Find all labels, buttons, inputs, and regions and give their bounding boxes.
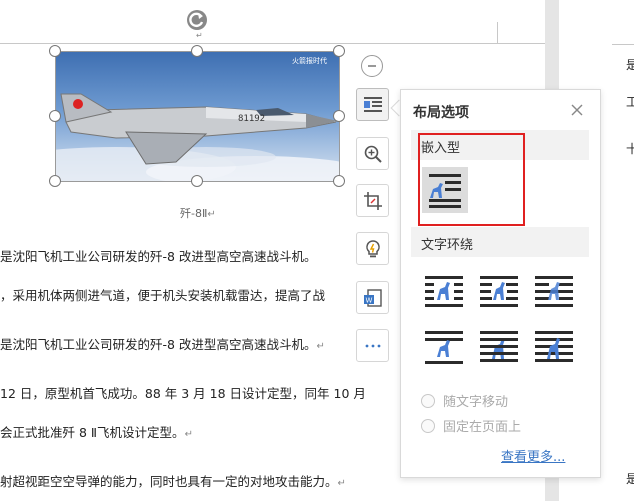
collapse-toolbar-button[interactable] [361, 55, 383, 77]
smart-tools-button[interactable] [356, 232, 389, 265]
word-convert-icon: W [363, 288, 382, 307]
resize-handle-bottom[interactable] [191, 175, 203, 187]
lightbulb-icon [365, 239, 380, 257]
layout-options-button[interactable] [356, 88, 389, 121]
more-button[interactable] [356, 329, 389, 362]
resize-handle-left[interactable] [49, 110, 61, 122]
rotate-icon [189, 12, 204, 28]
resize-handle-right[interactable] [333, 110, 345, 122]
resize-handle-top[interactable] [191, 45, 203, 57]
fix-on-page-radio[interactable] [421, 418, 435, 433]
minus-icon [368, 65, 376, 67]
page-margin-top [0, 43, 545, 44]
wrap-through-icon [535, 276, 573, 307]
see-more-link[interactable]: 查看更多... [501, 446, 565, 465]
panel-title: 布局选项 [413, 105, 469, 121]
inline-section-label: 嵌入型 [421, 141, 461, 156]
svg-text:W: W [365, 296, 372, 304]
jet-photo[interactable]: 81192 火箭报时代 [56, 52, 339, 181]
rotate-handle[interactable] [187, 10, 207, 30]
zoom-in-icon [364, 145, 382, 163]
next-page-margin [612, 44, 634, 45]
body-line-1: 是沈阳飞机工业公司研发的歼-8 改进型高空高速战斗机。提 [0, 249, 375, 264]
more-icon [365, 344, 380, 347]
wrap-section-label: 文字环绕 [421, 238, 474, 253]
jet-number: 81192 [238, 114, 266, 124]
fix-on-page-label: 固定在页面上 [443, 420, 522, 435]
wrap-behind-text-icon [480, 331, 518, 362]
body-line-2: ，采用机体两侧进气道，便于机头安装机载雷达，提高了战作 [0, 288, 378, 303]
next-page-char-2: 工 [626, 95, 634, 109]
move-with-text-option[interactable]: 随文字移动 [421, 391, 508, 410]
page-margin-corner [497, 22, 498, 44]
jet-illustration [56, 93, 339, 181]
move-with-text-label: 随文字移动 [443, 395, 509, 410]
inline-section-header: 嵌入型 [411, 130, 589, 160]
convert-word-button[interactable]: W [356, 281, 389, 314]
wrap-tight-icon [480, 276, 518, 307]
close-button[interactable] [569, 102, 585, 118]
zoom-button[interactable] [356, 137, 389, 170]
crop-button[interactable] [356, 184, 389, 217]
move-with-text-radio[interactable] [421, 393, 435, 408]
anchor-mark: ↵ [196, 31, 203, 40]
layout-top-bottom-option[interactable] [421, 325, 467, 371]
image-caption: 歼-8Ⅱ↵ [180, 207, 216, 220]
layout-through-option[interactable] [531, 270, 577, 316]
wrap-in-front-icon [535, 331, 573, 362]
fix-on-page-option[interactable]: 固定在页面上 [421, 416, 521, 435]
layout-square-option[interactable] [421, 270, 467, 316]
layout-in-front-option[interactable] [531, 325, 577, 371]
roundel [73, 99, 83, 109]
next-page-char-3: 十 [626, 142, 634, 156]
resize-handle-bottom-left[interactable] [49, 175, 61, 187]
body-line-4: 12 日，原型机首飞成功。88 年 3 月 18 日设计定型，同年 10 月 [0, 386, 366, 401]
close-icon [571, 104, 583, 116]
layout-inline-option[interactable] [422, 167, 468, 213]
wrap-section-header: 文字环绕 [411, 227, 589, 257]
next-page-char-1: 是 [626, 58, 634, 72]
layout-options-panel: 布局选项 嵌入型 文字环绕 随文字移动 固定在页面上 查看更多... [400, 89, 601, 478]
wrap-square-icon [425, 276, 463, 307]
wrap-top-bottom-icon [425, 331, 463, 364]
resize-handle-bottom-right[interactable] [333, 175, 345, 187]
body-line-6: 射超视距空空导弹的能力，同时也具有一定的对地攻击能力。↵ [0, 474, 346, 489]
next-page-char-4: 是 [626, 472, 634, 486]
body-line-3: 是沈阳飞机工业公司研发的歼-8 改进型高空高速战斗机。↵ [0, 337, 325, 352]
crop-icon [363, 191, 382, 210]
layout-icon [363, 96, 382, 112]
body-line-5: 会正式批准歼 8 Ⅱ飞机设计定型。↵ [0, 425, 193, 440]
watermark-logo: 火箭报时代 [292, 57, 327, 65]
resize-handle-top-left[interactable] [49, 45, 61, 57]
wrap-inline-icon [429, 174, 461, 208]
layout-behind-text-option[interactable] [476, 325, 522, 371]
resize-handle-top-right[interactable] [333, 45, 345, 57]
layout-tight-option[interactable] [476, 270, 522, 316]
